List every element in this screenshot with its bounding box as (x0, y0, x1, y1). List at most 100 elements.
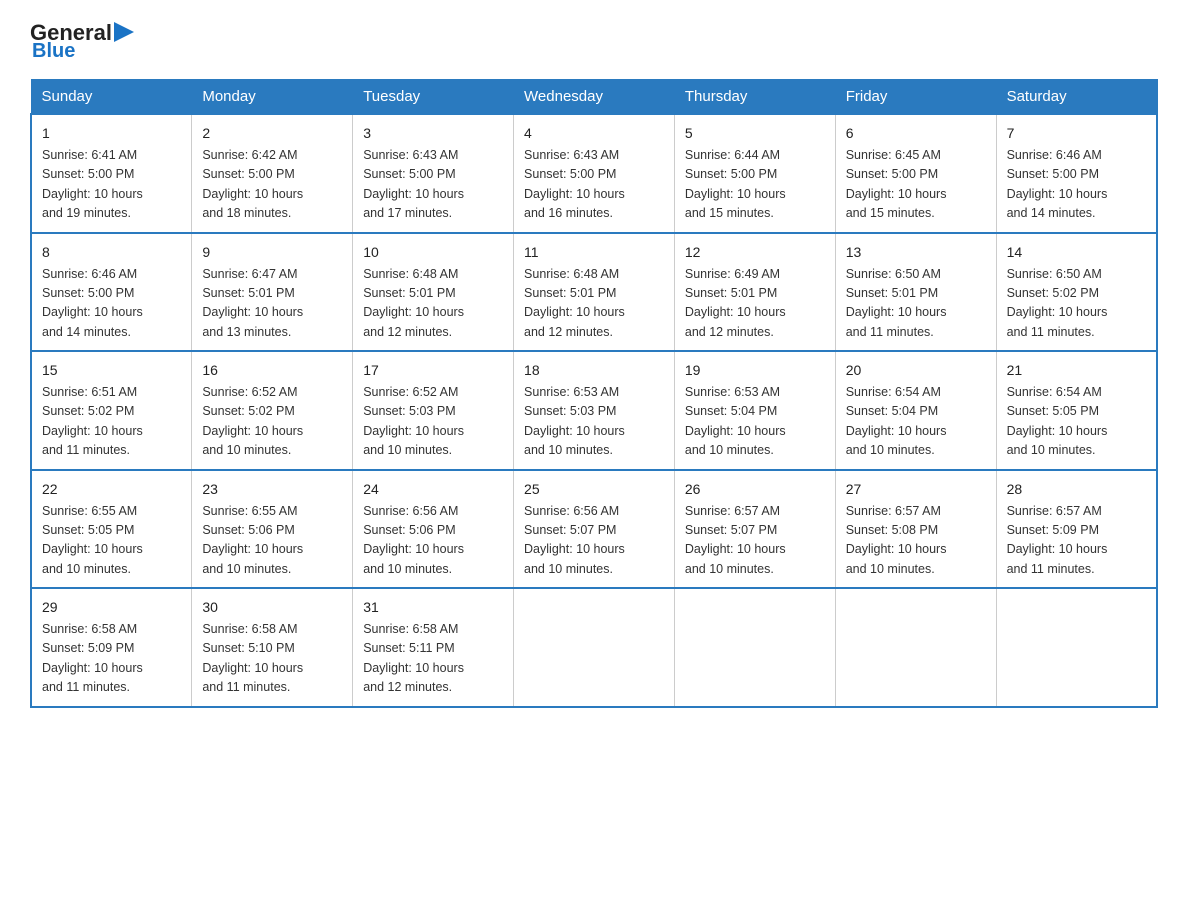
day-number: 3 (363, 123, 503, 144)
calendar-day-cell: 29Sunrise: 6:58 AMSunset: 5:09 PMDayligh… (31, 588, 192, 707)
calendar-day-cell: 16Sunrise: 6:52 AMSunset: 5:02 PMDayligh… (192, 351, 353, 470)
day-number: 4 (524, 123, 664, 144)
calendar-day-cell (514, 588, 675, 707)
calendar-day-cell: 14Sunrise: 6:50 AMSunset: 5:02 PMDayligh… (996, 233, 1157, 352)
weekday-header-tuesday: Tuesday (353, 80, 514, 115)
calendar-day-cell: 30Sunrise: 6:58 AMSunset: 5:10 PMDayligh… (192, 588, 353, 707)
day-info: Sunrise: 6:42 AMSunset: 5:00 PMDaylight:… (202, 146, 342, 224)
day-number: 18 (524, 360, 664, 381)
day-number: 28 (1007, 479, 1146, 500)
day-number: 2 (202, 123, 342, 144)
day-info: Sunrise: 6:44 AMSunset: 5:00 PMDaylight:… (685, 146, 825, 224)
calendar-day-cell (835, 588, 996, 707)
day-number: 11 (524, 242, 664, 263)
calendar-day-cell: 21Sunrise: 6:54 AMSunset: 5:05 PMDayligh… (996, 351, 1157, 470)
day-info: Sunrise: 6:50 AMSunset: 5:01 PMDaylight:… (846, 265, 986, 343)
calendar-day-cell: 18Sunrise: 6:53 AMSunset: 5:03 PMDayligh… (514, 351, 675, 470)
day-info: Sunrise: 6:57 AMSunset: 5:09 PMDaylight:… (1007, 502, 1146, 580)
day-number: 7 (1007, 123, 1146, 144)
calendar-table: SundayMondayTuesdayWednesdayThursdayFrid… (30, 79, 1158, 708)
day-info: Sunrise: 6:56 AMSunset: 5:07 PMDaylight:… (524, 502, 664, 580)
day-info: Sunrise: 6:54 AMSunset: 5:05 PMDaylight:… (1007, 383, 1146, 461)
day-info: Sunrise: 6:52 AMSunset: 5:03 PMDaylight:… (363, 383, 503, 461)
day-info: Sunrise: 6:48 AMSunset: 5:01 PMDaylight:… (524, 265, 664, 343)
calendar-day-cell: 22Sunrise: 6:55 AMSunset: 5:05 PMDayligh… (31, 470, 192, 589)
weekday-header-thursday: Thursday (674, 80, 835, 115)
calendar-day-cell: 10Sunrise: 6:48 AMSunset: 5:01 PMDayligh… (353, 233, 514, 352)
weekday-header-sunday: Sunday (31, 80, 192, 115)
calendar-day-cell (674, 588, 835, 707)
day-info: Sunrise: 6:53 AMSunset: 5:04 PMDaylight:… (685, 383, 825, 461)
day-number: 17 (363, 360, 503, 381)
day-info: Sunrise: 6:58 AMSunset: 5:09 PMDaylight:… (42, 620, 181, 698)
weekday-header-wednesday: Wednesday (514, 80, 675, 115)
calendar-day-cell: 31Sunrise: 6:58 AMSunset: 5:11 PMDayligh… (353, 588, 514, 707)
calendar-day-cell: 26Sunrise: 6:57 AMSunset: 5:07 PMDayligh… (674, 470, 835, 589)
day-number: 12 (685, 242, 825, 263)
day-info: Sunrise: 6:57 AMSunset: 5:08 PMDaylight:… (846, 502, 986, 580)
weekday-header-saturday: Saturday (996, 80, 1157, 115)
day-number: 14 (1007, 242, 1146, 263)
calendar-day-cell: 5Sunrise: 6:44 AMSunset: 5:00 PMDaylight… (674, 114, 835, 233)
day-number: 16 (202, 360, 342, 381)
weekday-header-row: SundayMondayTuesdayWednesdayThursdayFrid… (31, 80, 1157, 115)
day-number: 21 (1007, 360, 1146, 381)
day-info: Sunrise: 6:54 AMSunset: 5:04 PMDaylight:… (846, 383, 986, 461)
calendar-day-cell: 19Sunrise: 6:53 AMSunset: 5:04 PMDayligh… (674, 351, 835, 470)
calendar-day-cell: 3Sunrise: 6:43 AMSunset: 5:00 PMDaylight… (353, 114, 514, 233)
day-info: Sunrise: 6:46 AMSunset: 5:00 PMDaylight:… (42, 265, 181, 343)
day-info: Sunrise: 6:45 AMSunset: 5:00 PMDaylight:… (846, 146, 986, 224)
day-number: 27 (846, 479, 986, 500)
day-info: Sunrise: 6:52 AMSunset: 5:02 PMDaylight:… (202, 383, 342, 461)
day-info: Sunrise: 6:50 AMSunset: 5:02 PMDaylight:… (1007, 265, 1146, 343)
calendar-day-cell: 23Sunrise: 6:55 AMSunset: 5:06 PMDayligh… (192, 470, 353, 589)
calendar-day-cell: 6Sunrise: 6:45 AMSunset: 5:00 PMDaylight… (835, 114, 996, 233)
day-info: Sunrise: 6:58 AMSunset: 5:10 PMDaylight:… (202, 620, 342, 698)
calendar-week-row: 15Sunrise: 6:51 AMSunset: 5:02 PMDayligh… (31, 351, 1157, 470)
calendar-day-cell: 1Sunrise: 6:41 AMSunset: 5:00 PMDaylight… (31, 114, 192, 233)
day-info: Sunrise: 6:43 AMSunset: 5:00 PMDaylight:… (524, 146, 664, 224)
calendar-day-cell: 11Sunrise: 6:48 AMSunset: 5:01 PMDayligh… (514, 233, 675, 352)
day-number: 22 (42, 479, 181, 500)
logo-blue: Blue (32, 40, 75, 63)
day-info: Sunrise: 6:53 AMSunset: 5:03 PMDaylight:… (524, 383, 664, 461)
day-number: 13 (846, 242, 986, 263)
day-number: 8 (42, 242, 181, 263)
day-info: Sunrise: 6:46 AMSunset: 5:00 PMDaylight:… (1007, 146, 1146, 224)
day-number: 29 (42, 597, 181, 618)
logo: General Blue (30, 20, 138, 63)
day-info: Sunrise: 6:56 AMSunset: 5:06 PMDaylight:… (363, 502, 503, 580)
day-number: 1 (42, 123, 181, 144)
calendar-day-cell: 13Sunrise: 6:50 AMSunset: 5:01 PMDayligh… (835, 233, 996, 352)
day-info: Sunrise: 6:55 AMSunset: 5:06 PMDaylight:… (202, 502, 342, 580)
day-info: Sunrise: 6:48 AMSunset: 5:01 PMDaylight:… (363, 265, 503, 343)
day-info: Sunrise: 6:49 AMSunset: 5:01 PMDaylight:… (685, 265, 825, 343)
day-number: 19 (685, 360, 825, 381)
day-number: 30 (202, 597, 342, 618)
calendar-day-cell: 15Sunrise: 6:51 AMSunset: 5:02 PMDayligh… (31, 351, 192, 470)
day-number: 6 (846, 123, 986, 144)
day-info: Sunrise: 6:41 AMSunset: 5:00 PMDaylight:… (42, 146, 181, 224)
weekday-header-monday: Monday (192, 80, 353, 115)
day-number: 25 (524, 479, 664, 500)
calendar-day-cell: 12Sunrise: 6:49 AMSunset: 5:01 PMDayligh… (674, 233, 835, 352)
calendar-day-cell: 4Sunrise: 6:43 AMSunset: 5:00 PMDaylight… (514, 114, 675, 233)
day-number: 23 (202, 479, 342, 500)
calendar-day-cell: 8Sunrise: 6:46 AMSunset: 5:00 PMDaylight… (31, 233, 192, 352)
day-number: 5 (685, 123, 825, 144)
day-number: 20 (846, 360, 986, 381)
day-number: 15 (42, 360, 181, 381)
day-number: 9 (202, 242, 342, 263)
day-number: 24 (363, 479, 503, 500)
day-number: 26 (685, 479, 825, 500)
calendar-day-cell: 20Sunrise: 6:54 AMSunset: 5:04 PMDayligh… (835, 351, 996, 470)
day-number: 31 (363, 597, 503, 618)
day-number: 10 (363, 242, 503, 263)
calendar-day-cell: 25Sunrise: 6:56 AMSunset: 5:07 PMDayligh… (514, 470, 675, 589)
day-info: Sunrise: 6:43 AMSunset: 5:00 PMDaylight:… (363, 146, 503, 224)
day-info: Sunrise: 6:55 AMSunset: 5:05 PMDaylight:… (42, 502, 181, 580)
calendar-day-cell: 9Sunrise: 6:47 AMSunset: 5:01 PMDaylight… (192, 233, 353, 352)
calendar-day-cell (996, 588, 1157, 707)
calendar-day-cell: 27Sunrise: 6:57 AMSunset: 5:08 PMDayligh… (835, 470, 996, 589)
calendar-day-cell: 7Sunrise: 6:46 AMSunset: 5:00 PMDaylight… (996, 114, 1157, 233)
